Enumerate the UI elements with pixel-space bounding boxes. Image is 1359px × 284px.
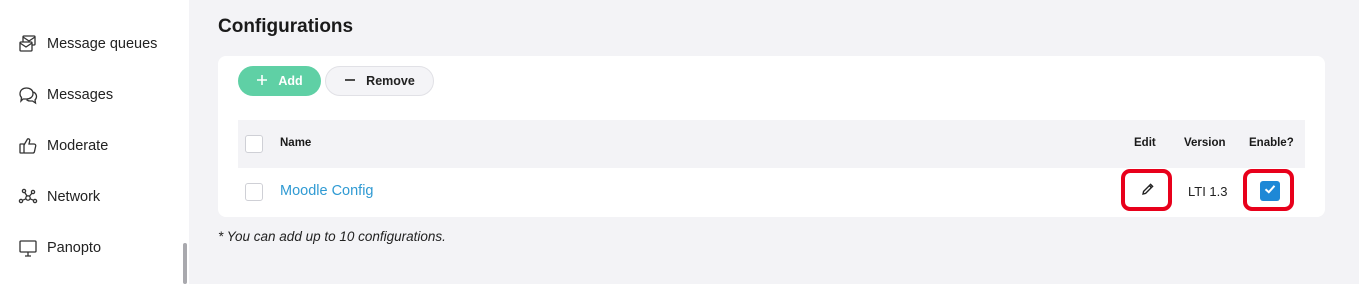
minus-icon (344, 74, 356, 89)
remove-button[interactable]: Remove (325, 66, 434, 96)
pencil-icon (1141, 182, 1155, 201)
version-cell: LTI 1.3 (1188, 184, 1228, 199)
sidebar-item-message-queues[interactable]: Message queues (18, 32, 157, 56)
sidebar-item-label: Message queues (47, 36, 158, 52)
select-all-checkbox[interactable] (245, 135, 263, 153)
row-select-checkbox[interactable] (245, 183, 263, 201)
table-row: Moodle Config LTI 1.3 (238, 168, 1305, 216)
sidebar-item-network[interactable]: Network (18, 185, 100, 209)
sidebar-item-messages[interactable]: Messages (18, 83, 113, 107)
sidebar-scrollbar[interactable] (183, 243, 187, 284)
sidebar-item-label: Panopto (47, 240, 102, 256)
add-button-label: Add (278, 74, 303, 88)
config-name-link[interactable]: Moodle Config (280, 183, 374, 199)
column-header-edit: Edit (1134, 137, 1156, 149)
edit-button[interactable] (1123, 171, 1173, 211)
sidebar-item-label: Messages (47, 87, 114, 103)
sidebar-item-label: Moderate (47, 138, 109, 154)
network-icon (18, 187, 38, 207)
plus-icon (256, 74, 268, 89)
sidebar-item-panopto[interactable]: Panopto (18, 236, 101, 260)
monitor-icon (18, 238, 38, 258)
sidebar-item-moderate[interactable]: Moderate (18, 134, 108, 158)
main-content: Configurations Add Remove Name Edit Vers… (189, 0, 1359, 284)
column-header-name: Name (280, 137, 312, 149)
sidebar-item-label: Network (47, 189, 101, 205)
configurations-card: Add Remove Name Edit Version Enable? Moo… (218, 56, 1325, 217)
configuration-limit-note: * You can add up to 10 configurations. (218, 229, 446, 244)
sidebar: Message queues Messages Moderate Network… (0, 0, 189, 284)
page-title: Configurations (218, 16, 354, 37)
chat-bubbles-icon (18, 85, 38, 105)
add-button[interactable]: Add (238, 66, 321, 96)
thumbs-up-icon (18, 136, 38, 156)
column-header-version: Version (1184, 137, 1226, 149)
message-queue-icon (18, 34, 38, 54)
checkmark-icon (1263, 182, 1277, 201)
enable-checkbox[interactable] (1245, 171, 1295, 211)
column-header-enable: Enable? (1249, 137, 1294, 149)
table-header: Name Edit Version Enable? (238, 120, 1305, 168)
remove-button-label: Remove (366, 74, 415, 88)
checkbox-checked (1260, 181, 1280, 201)
